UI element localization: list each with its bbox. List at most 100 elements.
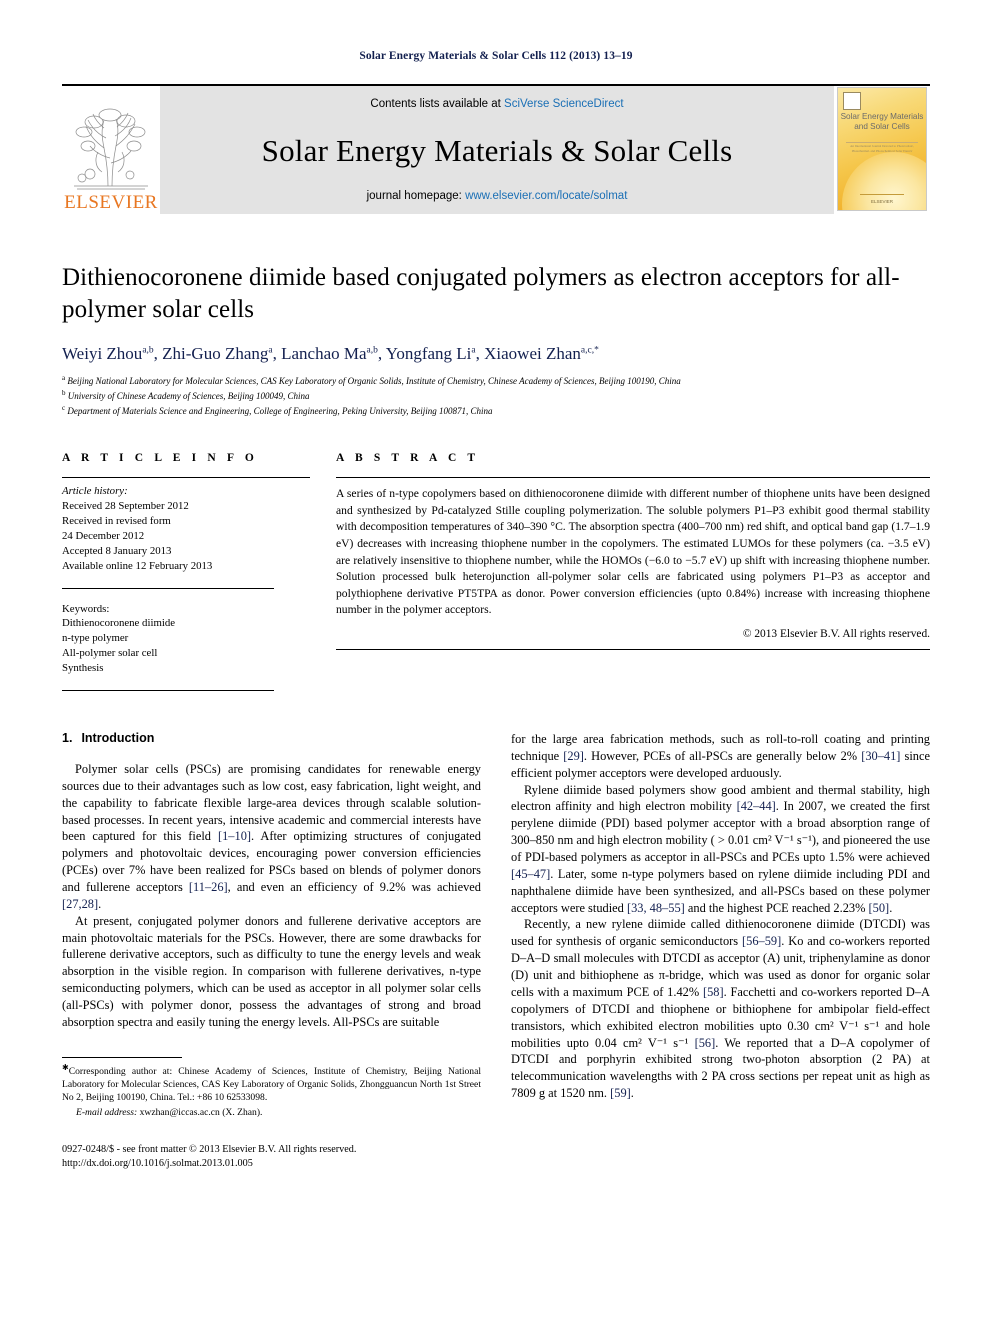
email-label: E-mail address: — [76, 1106, 138, 1118]
author-entry: Weiyi Zhoua,b — [62, 344, 154, 363]
article-history-block: Article history: Received 28 September 2… — [62, 484, 310, 573]
citation-link[interactable]: [27,28] — [62, 897, 98, 911]
author-affil-mark: a — [471, 345, 476, 356]
affiliation-list: a Beijing National Laboratory for Molecu… — [62, 373, 930, 418]
citation-link[interactable]: [50] — [869, 901, 890, 915]
body-right-column: for the large area fabrication methods, … — [511, 731, 930, 1171]
elsevier-logo: ELSEVIER — [62, 86, 160, 214]
running-head: Solar Energy Materials & Solar Cells 112… — [359, 50, 633, 62]
author-affil-mark: a,b — [366, 345, 378, 356]
journal-title: Solar Energy Materials & Solar Cells — [261, 132, 733, 168]
citation-link[interactable]: [30–41] — [861, 749, 900, 763]
history-item: 24 December 2012 — [62, 529, 145, 542]
abstract-heading: A B S T R A C T — [336, 452, 480, 465]
contents-prefix-text: Contents lists available at — [370, 98, 505, 110]
author-affil-mark: a — [268, 345, 273, 356]
cover-title-line2: and Solar Cells — [854, 122, 910, 132]
citation-link[interactable]: [1–10] — [218, 829, 251, 843]
footnote-block: ✱Corresponding author at: Chinese Academ… — [62, 1056, 481, 1120]
citation-link[interactable]: [33, 48–55] — [627, 901, 685, 915]
paragraph: At present, conjugated polymer donors an… — [62, 913, 481, 1029]
email-link[interactable]: xwzhan@iccas.ac.cn (X. Zhan). — [140, 1107, 263, 1118]
author-entry: Xiaowei Zhana,c,* — [484, 344, 599, 363]
keyword-item: Synthesis — [62, 662, 104, 675]
author-name: Xiaowei Zhan — [484, 344, 581, 363]
author-list: Weiyi Zhoua,b, Zhi-Guo Zhanga, Lanchao M… — [62, 344, 599, 363]
elsevier-tree-icon — [68, 108, 154, 192]
keyword-item: n-type polymer — [62, 632, 129, 645]
author-affil-mark: a,b — [142, 345, 154, 356]
author-entry: Yongfang Lia — [386, 344, 476, 363]
journal-homepage-line: journal homepage: www.elsevier.com/locat… — [367, 190, 628, 202]
abstract-text: A series of n-type copolymers based on d… — [336, 487, 930, 617]
abstract-divider — [336, 477, 930, 479]
cover-title: Solar Energy Materials and Solar Cells — [838, 112, 926, 133]
keywords-divider — [62, 690, 274, 692]
author-entry: Lanchao Maa,b — [281, 344, 378, 363]
journal-cover-thumbnail: Solar Energy Materials and Solar Cells A… — [837, 87, 927, 211]
article-history-label: Article history: — [62, 485, 128, 498]
corresponding-author-note: ✱Corresponding author at: Chinese Academ… — [62, 1063, 481, 1105]
affiliation-text: University of Chinese Academy of Science… — [67, 391, 310, 402]
citation-link[interactable]: [45–47] — [511, 867, 550, 881]
section-title: Introduction — [81, 731, 155, 746]
history-item: Received in revised form — [62, 515, 171, 528]
history-item: Available online 12 February 2013 — [62, 559, 213, 572]
email-note: E-mail address: xwzhan@iccas.ac.cn (X. Z… — [62, 1107, 481, 1120]
cover-footer-divider — [860, 194, 904, 195]
citation-link[interactable]: [11–26] — [189, 880, 228, 894]
affiliation-mark: b — [62, 389, 66, 398]
contents-available-line: Contents lists available at SciVerse Sci… — [370, 98, 623, 110]
keywords-label: Keywords: — [62, 602, 110, 615]
cover-elsevier-mark-icon — [843, 92, 861, 110]
article-history-divider — [62, 587, 274, 589]
cover-divider — [846, 142, 918, 143]
body-left-column: 1. Introduction Polymer solar cells (PSCs… — [62, 731, 481, 1171]
issn-line: 0927-0248/$ - see front matter © 2013 El… — [62, 1144, 357, 1156]
keyword-item: Dithienocoronene diimide — [62, 617, 176, 630]
paragraph: Recently, a new rylene diimide called di… — [511, 917, 931, 1101]
author-affil-mark: a,c,* — [580, 345, 599, 356]
keywords-block: Keywords: Dithienocoronene diimide n-typ… — [62, 602, 310, 676]
cover-title-line1: Solar Energy Materials — [840, 112, 924, 121]
masthead-center: Contents lists available at SciVerse Sci… — [160, 86, 834, 214]
affiliation-mark: c — [62, 404, 66, 413]
sciencedirect-link[interactable]: SciVerse ScienceDirect — [504, 98, 624, 110]
history-item: Accepted 8 January 2013 — [62, 544, 172, 557]
author-name: Weiyi Zhou — [62, 344, 143, 363]
section-heading-introduction: 1. Introduction — [62, 731, 481, 745]
journal-masthead: ELSEVIER Contents lists available at Sci… — [62, 84, 930, 214]
paragraph: Polymer solar cells (PSCs) are promising… — [62, 762, 481, 911]
author-name: Lanchao Ma — [281, 344, 367, 363]
abstract-copyright: © 2013 Elsevier B.V. All rights reserved… — [742, 627, 930, 640]
citation-link[interactable]: [29] — [563, 749, 584, 763]
article-info-heading: A R T I C L E I N F O — [62, 452, 258, 465]
homepage-prefix-text: journal homepage: — [366, 190, 466, 202]
cover-subtitle: An International Journal Devoted to Phot… — [850, 144, 914, 152]
cover-footer-label: ELSEVIER — [870, 199, 893, 204]
journal-cover-container: Solar Energy Materials and Solar Cells A… — [834, 86, 930, 214]
citation-link[interactable]: [42–44] — [737, 799, 776, 813]
abstract-bottom-divider — [336, 648, 930, 650]
paragraph: Rylene diimide based polymers show good … — [511, 782, 930, 915]
info-abstract-block: A R T I C L E I N F O Article history: R… — [62, 452, 930, 692]
affiliation-item: c Department of Materials Science and En… — [62, 403, 930, 418]
article-info-column: A R T I C L E I N F O Article history: R… — [62, 452, 310, 692]
affiliation-text: Beijing National Laboratory for Molecula… — [67, 376, 681, 387]
body-two-column: 1. Introduction Polymer solar cells (PSCs… — [62, 731, 930, 1171]
citation-link[interactable]: [56] — [695, 1036, 716, 1050]
citation-link[interactable]: [58] — [703, 985, 724, 999]
article-page: Solar Energy Materials & Solar Cells 112… — [0, 0, 992, 1323]
author-name: Zhi-Guo Zhang — [162, 344, 269, 363]
history-item: Received 28 September 2012 — [62, 500, 189, 513]
citation-link[interactable]: [56–59] — [742, 934, 781, 948]
corresponding-author-text: Corresponding author at: Chinese Academy… — [62, 1065, 481, 1103]
affiliation-item: b University of Chinese Academy of Scien… — [62, 388, 930, 403]
page-title: Dithienocoronene diimide based conjugate… — [62, 264, 900, 323]
asterisk-icon: ✱ — [62, 1062, 69, 1072]
footnote-divider — [62, 1056, 182, 1058]
citation-link[interactable]: [59] — [610, 1086, 631, 1100]
doi-link[interactable]: http://dx.doi.org/10.1016/j.solmat.2013.… — [62, 1157, 481, 1171]
affiliation-item: a Beijing National Laboratory for Molecu… — [62, 373, 930, 388]
journal-homepage-link[interactable]: www.elsevier.com/locate/solmat — [465, 190, 627, 202]
